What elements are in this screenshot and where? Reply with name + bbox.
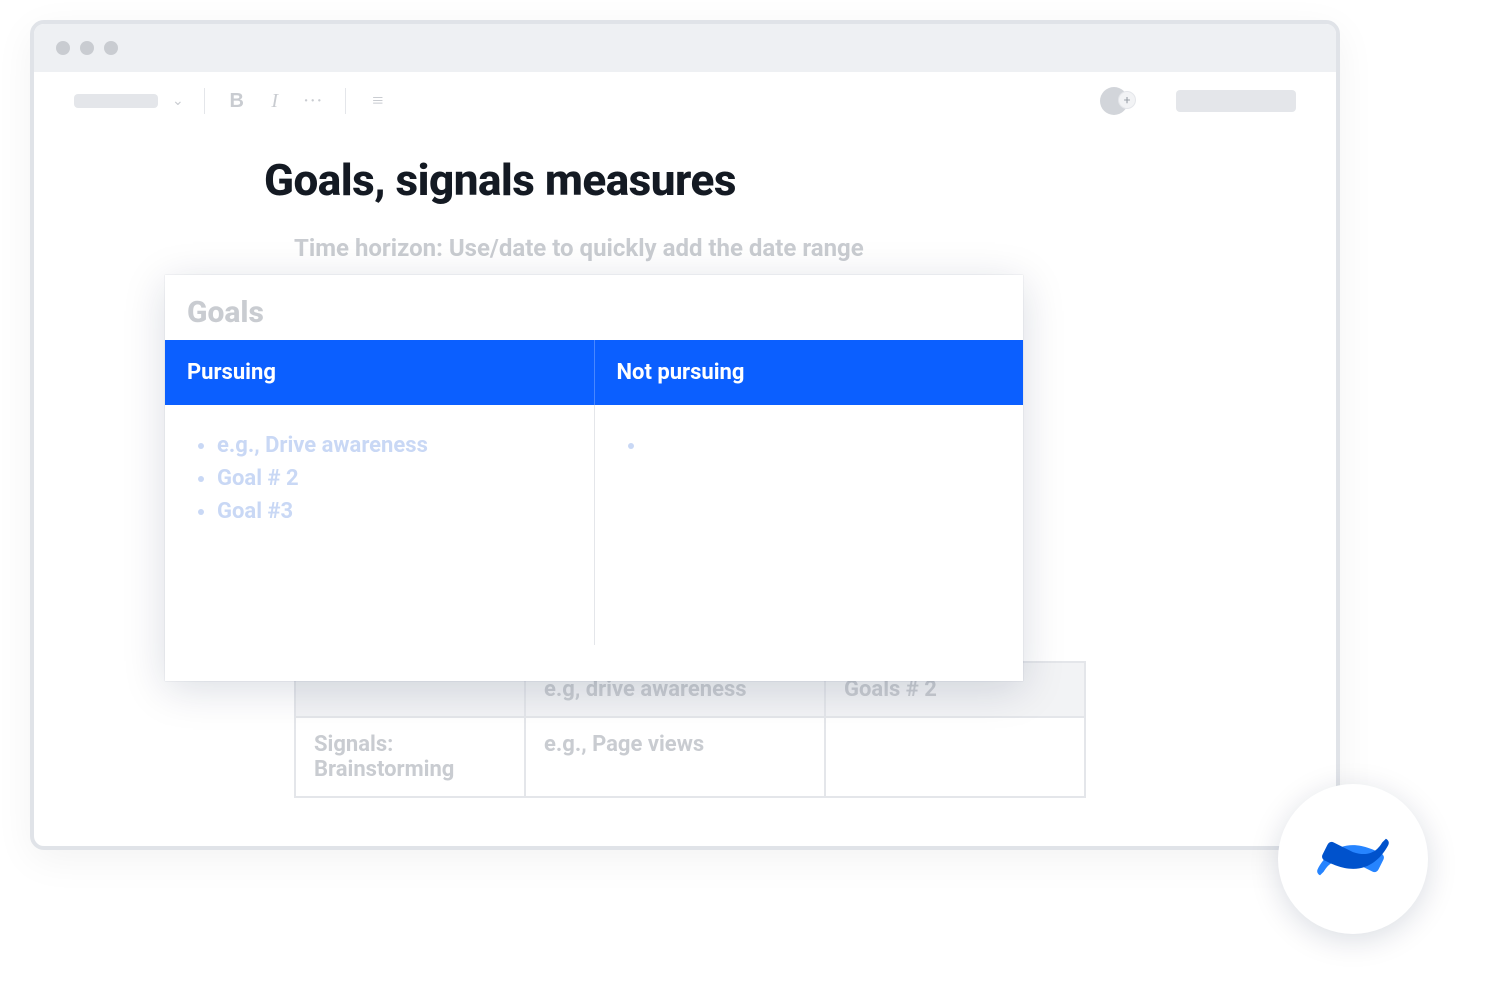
- add-collaborator-button[interactable]: +: [1118, 91, 1136, 109]
- table-cell[interactable]: [825, 717, 1085, 797]
- editor-toolbar: ⌄ B I ··· ≡ +: [34, 72, 1336, 130]
- window-maximize-dot[interactable]: [104, 41, 118, 55]
- table-row: e.g., Drive awareness Goal # 2 Goal #3: [165, 405, 1023, 645]
- table-cell[interactable]: e.g., Page views: [525, 717, 825, 797]
- list-item[interactable]: Goal #3: [217, 495, 572, 528]
- chevron-down-icon[interactable]: ⌄: [172, 93, 184, 109]
- more-formatting-button[interactable]: ···: [301, 90, 325, 113]
- list-item[interactable]: [647, 429, 1002, 462]
- pursuing-list: e.g., Drive awareness Goal # 2 Goal #3: [187, 429, 572, 528]
- confluence-logo-badge: [1278, 784, 1428, 934]
- not-pursuing-list: [617, 429, 1002, 462]
- publish-button[interactable]: [1176, 90, 1296, 112]
- confluence-icon: [1314, 818, 1392, 900]
- list-item[interactable]: e.g., Drive awareness: [217, 429, 572, 462]
- toolbar-separator: [345, 88, 346, 114]
- pursuing-cell[interactable]: e.g., Drive awareness Goal # 2 Goal #3: [165, 405, 594, 645]
- bold-button[interactable]: B: [225, 90, 249, 113]
- table-row: Signals: Brainstorming e.g., Page views: [295, 717, 1085, 797]
- signals-measures-table[interactable]: e.g, drive awareness Goals # 2 Signals: …: [294, 661, 1086, 798]
- goals-popover[interactable]: Goals Pursuing Not pursuing e.g., Drive …: [165, 275, 1023, 681]
- user-avatar[interactable]: +: [1100, 87, 1128, 115]
- window-minimize-dot[interactable]: [80, 41, 94, 55]
- time-horizon-hint: Time horizon: Use/date to quickly add th…: [294, 234, 1276, 262]
- window-titlebar: [34, 24, 1336, 72]
- window-close-dot[interactable]: [56, 41, 70, 55]
- table-cell[interactable]: Signals: Brainstorming: [295, 717, 525, 797]
- list-item[interactable]: Goal # 2: [217, 462, 572, 495]
- column-header-not-pursuing: Not pursuing: [594, 340, 1023, 405]
- align-button[interactable]: ≡: [366, 90, 390, 113]
- goals-heading: Goals: [165, 275, 1023, 340]
- table-row: Pursuing Not pursuing: [165, 340, 1023, 405]
- goals-table[interactable]: Pursuing Not pursuing e.g., Drive awaren…: [165, 340, 1023, 645]
- column-header-pursuing: Pursuing: [165, 340, 594, 405]
- italic-button[interactable]: I: [263, 90, 287, 113]
- style-selector[interactable]: [74, 94, 158, 108]
- toolbar-separator: [204, 88, 205, 114]
- not-pursuing-cell[interactable]: [594, 405, 1023, 645]
- page-title: Goals, signals measures: [264, 154, 1276, 206]
